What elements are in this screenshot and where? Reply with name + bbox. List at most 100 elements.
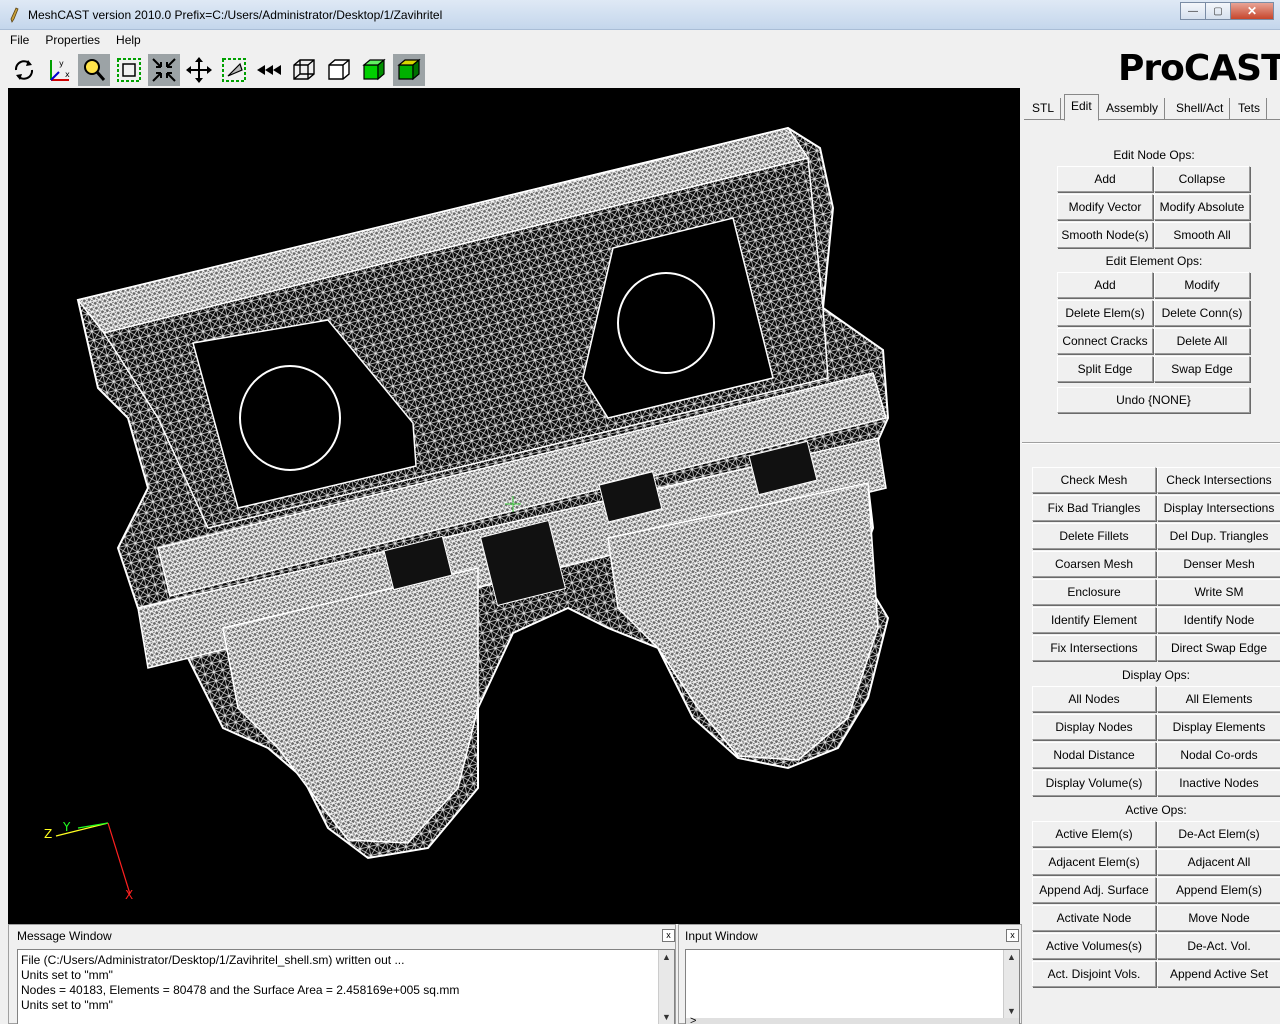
smooth-all-button[interactable]: Smooth All [1154, 222, 1250, 248]
shrink-tool[interactable] [148, 54, 180, 86]
rewind-tool[interactable] [253, 54, 285, 86]
undo-button[interactable]: Undo {NONE} [1057, 387, 1250, 413]
adjacent-all-button[interactable]: Adjacent All [1157, 849, 1280, 875]
menu-file[interactable]: File [0, 30, 35, 50]
message-line: File (C:/Users/Administrator/Desktop/1/Z… [21, 953, 405, 967]
display-intersections-button[interactable]: Display Intersections [1157, 495, 1280, 521]
write-sm-button[interactable]: Write SM [1157, 579, 1280, 605]
message-line: Nodes = 40183, Elements = 80478 and the … [21, 983, 460, 997]
message-scrollbar[interactable]: ▲ ▼ [658, 950, 674, 1024]
append-active-set-button[interactable]: Append Active Set [1157, 961, 1280, 987]
active-volumes-s-button[interactable]: Active Volumes(s) [1032, 933, 1156, 959]
split-edge-button[interactable]: Split Edge [1057, 356, 1153, 382]
menu-properties[interactable]: Properties [35, 30, 106, 50]
message-line: Units set to "mm" [21, 998, 113, 1012]
window-title: MeshCAST version 2010.0 Prefix=C:/Users/… [28, 8, 443, 22]
tab-edit[interactable]: Edit [1064, 94, 1099, 121]
rotate-tool-icon [14, 60, 34, 80]
move-node-button[interactable]: Move Node [1157, 905, 1280, 931]
input-hscrollbar[interactable] [686, 1018, 1019, 1024]
window-controls: — ▢ ✕ [1180, 2, 1274, 20]
swap-edge-button[interactable]: Swap Edge [1154, 356, 1250, 382]
append-elem-s-button[interactable]: Append Elem(s) [1157, 877, 1280, 903]
axes-tool[interactable]: y x [43, 54, 75, 86]
close-button[interactable]: ✕ [1230, 2, 1274, 20]
delete-all-button[interactable]: Delete All [1154, 328, 1250, 354]
message-window-close-button[interactable]: x [662, 929, 675, 942]
all-elements-button[interactable]: All Elements [1157, 686, 1280, 712]
act-disjoint-vols-button[interactable]: Act. Disjoint Vols. [1032, 961, 1156, 987]
check-intersections-button[interactable]: Check Intersections [1157, 467, 1280, 493]
scroll-down-icon[interactable]: ▼ [1006, 1006, 1017, 1016]
collapse-button[interactable]: Collapse [1154, 166, 1250, 192]
mesh-model [76, 126, 890, 860]
app-icon [10, 7, 19, 23]
input-window-close-button[interactable]: x [1006, 929, 1019, 942]
menu-help[interactable]: Help [106, 30, 147, 50]
del-dup-triangles-button[interactable]: Del Dup. Triangles [1157, 523, 1280, 549]
de-act-vol-button[interactable]: De-Act. Vol. [1157, 933, 1280, 959]
axis-label-x: X [125, 888, 133, 902]
scroll-up-icon[interactable]: ▲ [661, 952, 672, 962]
add-button[interactable]: Add [1057, 272, 1153, 298]
clip-tool-icon [222, 58, 246, 82]
edit-node-ops-label: Edit Node Ops: [1113, 148, 1195, 162]
identify-node-button[interactable]: Identify Node [1157, 607, 1280, 633]
wireframe-cube-tool[interactable] [288, 54, 320, 86]
append-adj-surface-button[interactable]: Append Adj. Surface [1032, 877, 1156, 903]
inactive-nodes-button[interactable]: Inactive Nodes [1157, 770, 1280, 796]
solid-cube-tool[interactable] [393, 54, 425, 86]
zoom-box-tool-icon [117, 58, 141, 82]
fix-bad-triangles-button[interactable]: Fix Bad Triangles [1032, 495, 1156, 521]
enclosure-button[interactable]: Enclosure [1032, 579, 1156, 605]
clip-tool[interactable] [218, 54, 250, 86]
scroll-up-icon[interactable]: ▲ [1006, 952, 1017, 962]
modify-button[interactable]: Modify [1154, 272, 1250, 298]
direct-swap-edge-button[interactable]: Direct Swap Edge [1157, 635, 1280, 661]
add-button[interactable]: Add [1057, 166, 1153, 192]
modify-absolute-button[interactable]: Modify Absolute [1154, 194, 1250, 220]
delete-fillets-button[interactable]: Delete Fillets [1032, 523, 1156, 549]
mesh-viewport[interactable]: Z Y X [8, 88, 1020, 924]
check-mesh-button[interactable]: Check Mesh [1032, 467, 1156, 493]
identify-element-button[interactable]: Identify Element [1032, 607, 1156, 633]
de-act-elem-s-button[interactable]: De-Act Elem(s) [1157, 821, 1280, 847]
minimize-button[interactable]: — [1180, 2, 1206, 20]
smooth-node-s-button[interactable]: Smooth Node(s) [1057, 222, 1153, 248]
tab-tets[interactable]: Tets [1232, 98, 1268, 120]
message-log[interactable]: File (C:/Users/Administrator/Desktop/1/Z… [17, 949, 675, 1024]
modify-vector-button[interactable]: Modify Vector [1057, 194, 1153, 220]
rotate-tool[interactable] [8, 54, 40, 86]
all-nodes-button[interactable]: All Nodes [1032, 686, 1156, 712]
denser-mesh-button[interactable]: Denser Mesh [1157, 551, 1280, 577]
nodal-distance-button[interactable]: Nodal Distance [1032, 742, 1156, 768]
zoom-box-tool[interactable] [113, 54, 145, 86]
axes-tool-icon: y x [50, 59, 70, 81]
scroll-down-icon[interactable]: ▼ [661, 1012, 672, 1022]
tab-shell-act[interactable]: Shell/Act [1170, 98, 1231, 120]
axis-triad: Z Y X [44, 820, 133, 902]
command-input[interactable]: ▲ ▼ > [685, 949, 1020, 1024]
outline-cube-tool[interactable] [323, 54, 355, 86]
maximize-button[interactable]: ▢ [1205, 2, 1231, 20]
message-window: Message Window x File (C:/Users/Administ… [8, 924, 676, 1024]
fix-intersections-button[interactable]: Fix Intersections [1032, 635, 1156, 661]
display-elements-button[interactable]: Display Elements [1157, 714, 1280, 740]
display-nodes-button[interactable]: Display Nodes [1032, 714, 1156, 740]
delete-elem-s-button[interactable]: Delete Elem(s) [1057, 300, 1153, 326]
tab-assembly[interactable]: Assembly [1100, 98, 1166, 120]
adjacent-elem-s-button[interactable]: Adjacent Elem(s) [1032, 849, 1156, 875]
shaded-cube-tool[interactable] [358, 54, 390, 86]
coarsen-mesh-button[interactable]: Coarsen Mesh [1032, 551, 1156, 577]
tab-stl[interactable]: STL [1026, 98, 1062, 120]
delete-conn-s-button[interactable]: Delete Conn(s) [1154, 300, 1250, 326]
display-volume-s-button[interactable]: Display Volume(s) [1032, 770, 1156, 796]
zoom-tool[interactable] [78, 54, 110, 86]
connect-cracks-button[interactable]: Connect Cracks [1057, 328, 1153, 354]
activate-node-button[interactable]: Activate Node [1032, 905, 1156, 931]
active-elem-s-button[interactable]: Active Elem(s) [1032, 821, 1156, 847]
mesh-render: Z Y X [44, 126, 890, 902]
input-scrollbar[interactable]: ▲ ▼ [1003, 950, 1019, 1024]
nodal-co-ords-button[interactable]: Nodal Co-ords [1157, 742, 1280, 768]
pan-tool[interactable] [183, 54, 215, 86]
